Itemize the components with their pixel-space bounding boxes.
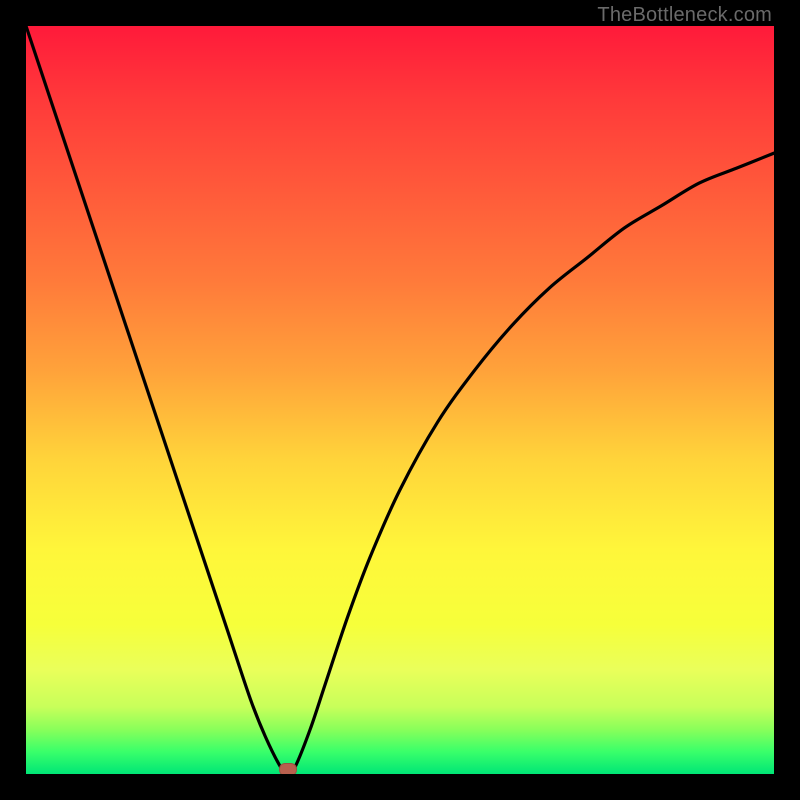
attribution-text: TheBottleneck.com (597, 4, 772, 27)
chart-frame: TheBottleneck.com (0, 0, 800, 800)
optimal-marker (279, 763, 297, 774)
bottleneck-curve (26, 26, 774, 774)
plot-area (26, 26, 774, 774)
